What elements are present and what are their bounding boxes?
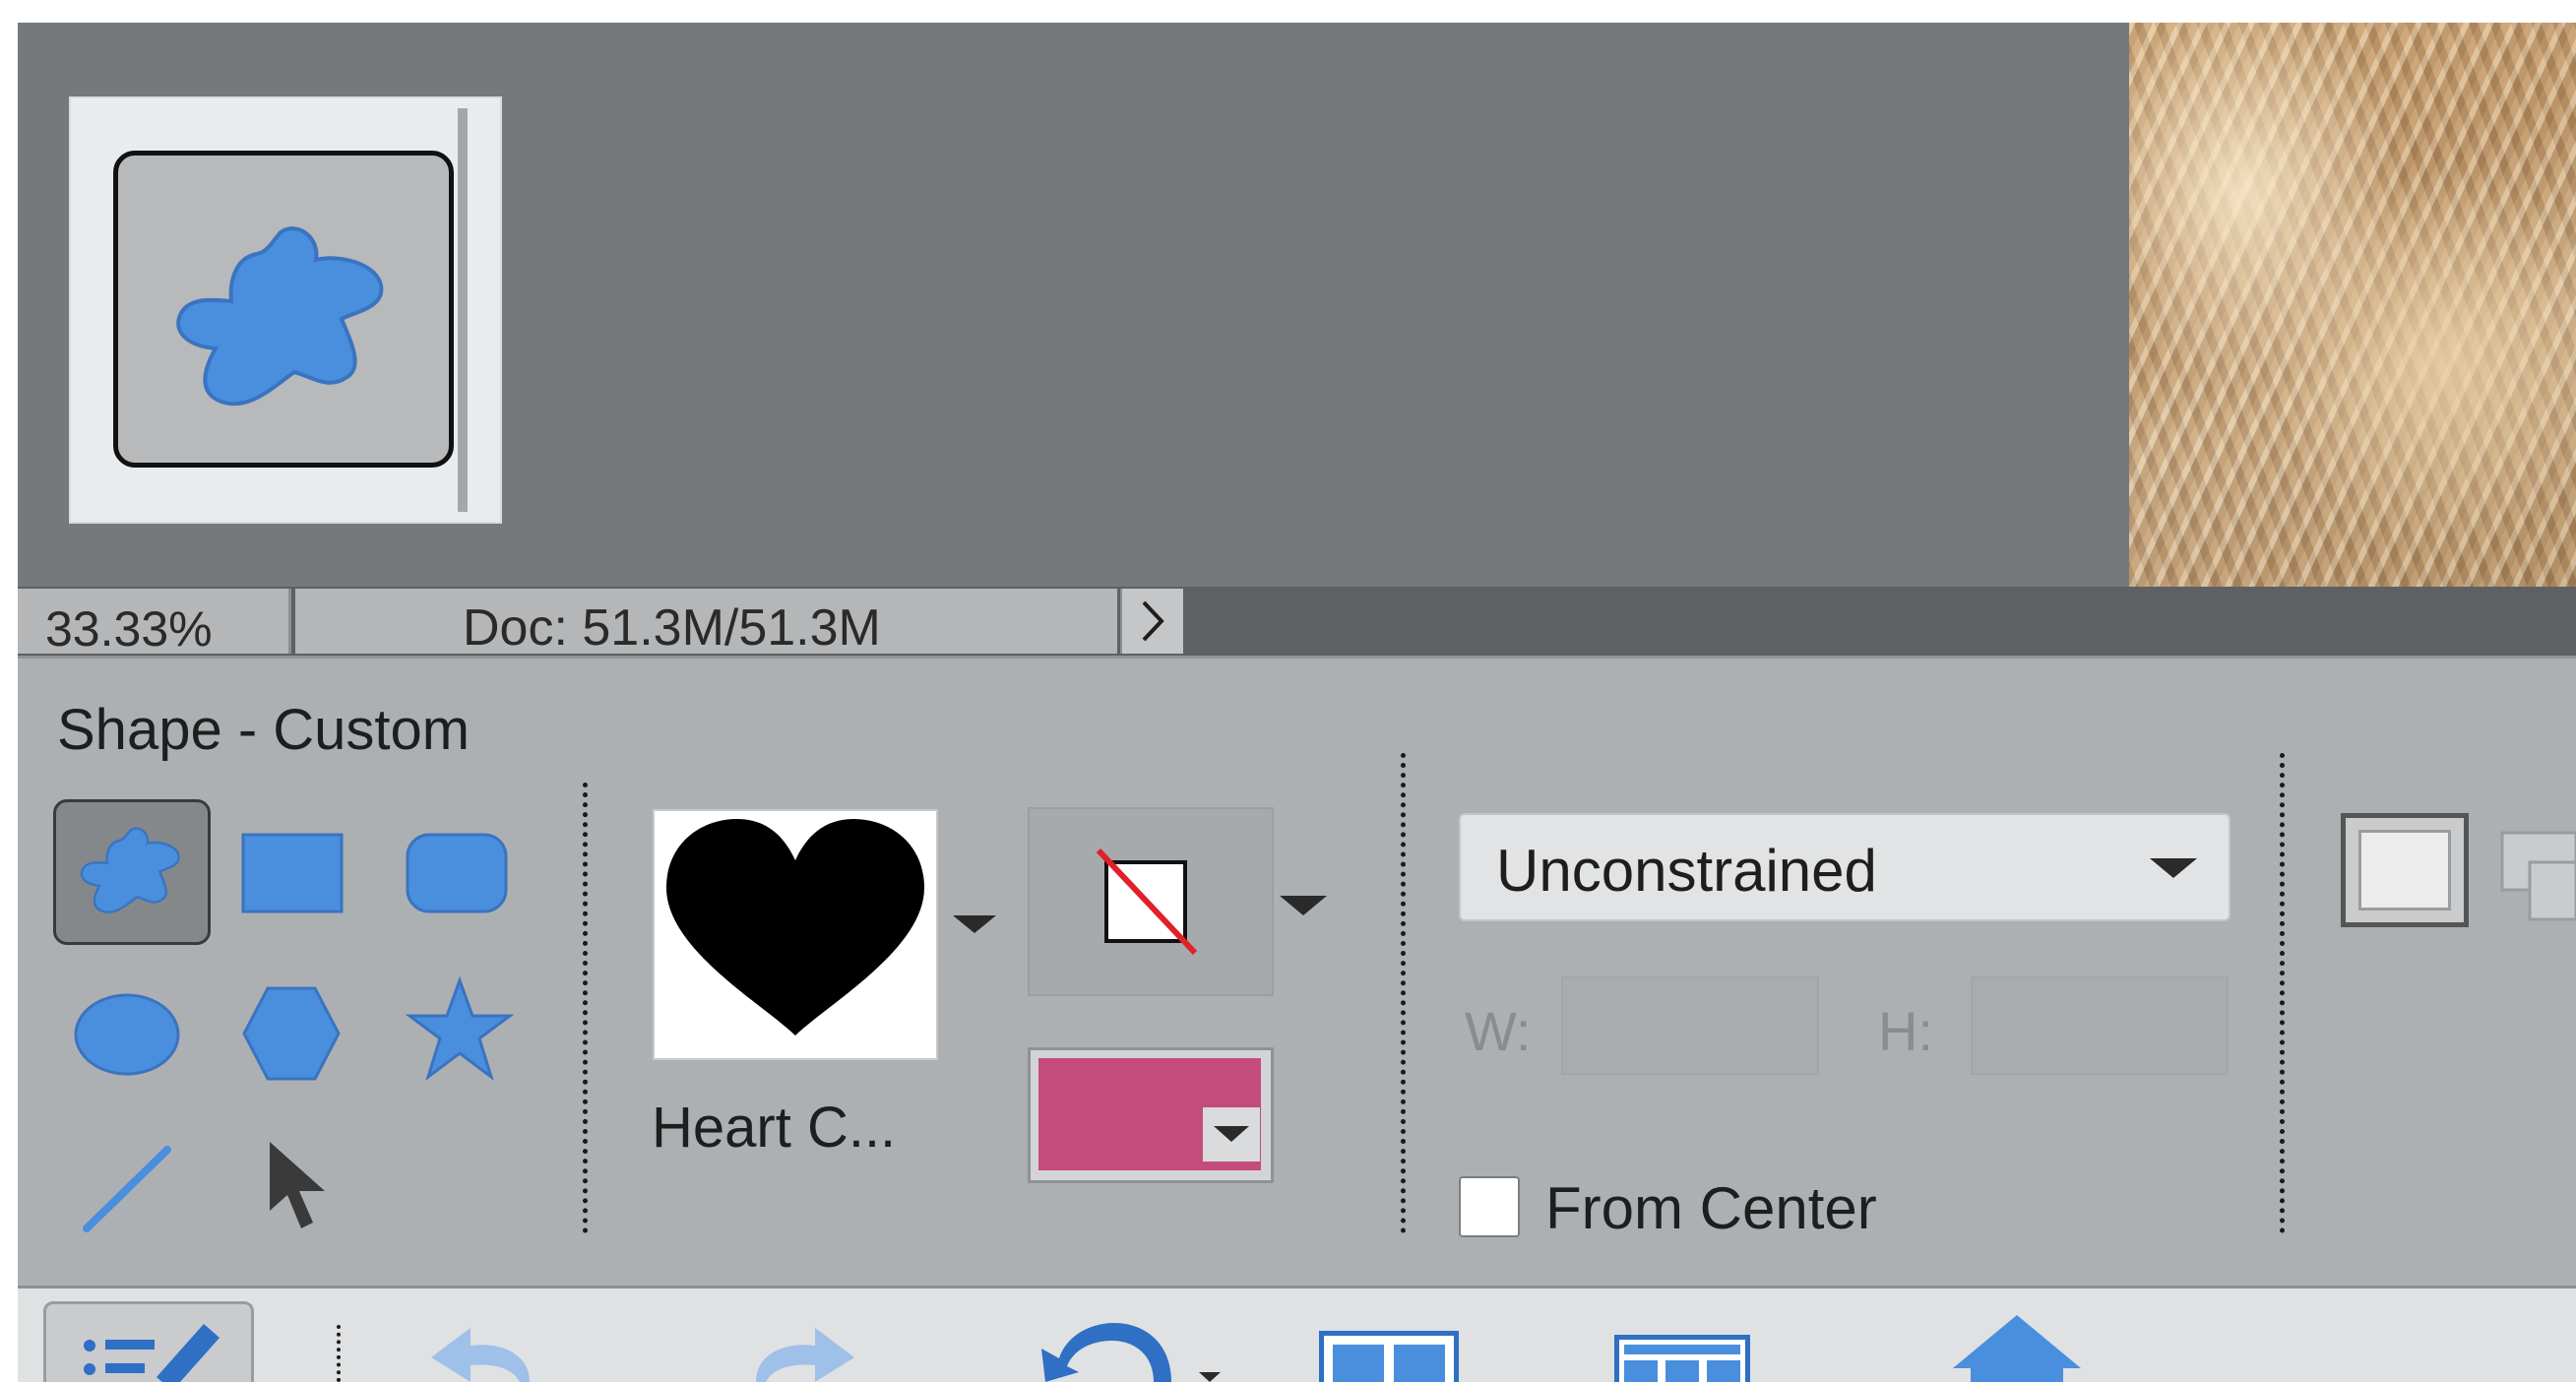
rounded-rectangle-icon[interactable] (406, 833, 508, 913)
document-image[interactable] (2129, 23, 2576, 587)
constraint-value: Unconstrained (1496, 838, 1877, 904)
status-expand-button[interactable] (1120, 589, 1183, 654)
document-info: Doc: 51.3M/51.3M (295, 589, 1117, 657)
rectangle-icon[interactable] (241, 833, 344, 913)
heart-icon (666, 819, 924, 1036)
zoom-level-text: 33.33% (45, 601, 213, 657)
shape-preview-edge (458, 108, 468, 512)
shape-picker-dropdown-arrow[interactable] (953, 915, 996, 933)
custom-shape-large-icon (176, 226, 384, 407)
height-field[interactable] (1971, 976, 2229, 1075)
layout-icon[interactable] (1319, 1331, 1459, 1382)
width-field[interactable] (1561, 976, 1819, 1075)
tool-options-icon (84, 1324, 220, 1382)
options-divider (1401, 753, 1406, 1233)
new-shape-layer-button[interactable] (2341, 813, 2469, 927)
from-center-checkbox[interactable] (1459, 1176, 1520, 1237)
tool-options-title: Shape - Custom (57, 698, 471, 762)
redo-icon[interactable] (736, 1324, 864, 1382)
custom-shape-picker[interactable] (653, 809, 938, 1060)
star-icon[interactable] (406, 976, 514, 1083)
rotate-icon[interactable] (1024, 1311, 1221, 1382)
tool-options-toggle-button[interactable] (43, 1301, 254, 1382)
chevron-right-icon (1142, 600, 1164, 642)
height-label: H: (1878, 1000, 1933, 1062)
color-dropdown-arrow[interactable] (1203, 1107, 1260, 1162)
chevron-down-icon (2150, 858, 2197, 878)
ellipse-icon[interactable] (73, 992, 181, 1077)
options-divider (2280, 753, 2285, 1233)
custom-shape-icon (80, 827, 180, 913)
custom-shape-name: Heart C... (652, 1096, 897, 1160)
undo-icon[interactable] (421, 1324, 549, 1382)
taskbar-divider (337, 1325, 341, 1382)
line-icon[interactable] (79, 1142, 177, 1234)
add-to-shape-icon[interactable] (2500, 827, 2576, 925)
editor-window: { "status_bar": { "zoom": "33.33%", "doc… (0, 0, 2576, 1382)
from-center-label[interactable]: From Center (1545, 1174, 1877, 1242)
arrow-pointer-icon[interactable] (264, 1138, 335, 1234)
width-label: W: (1465, 1000, 1532, 1062)
organizer-icon[interactable] (1614, 1335, 1750, 1382)
geometry-constraint-select[interactable]: Unconstrained (1459, 813, 2230, 921)
style-picker-dropdown-arrow[interactable] (1280, 896, 1327, 915)
zoom-level-field[interactable]: 33.33% (18, 589, 291, 657)
task-bar (18, 1286, 2576, 1382)
document-size-text: Doc: 51.3M/51.3M (463, 599, 881, 657)
style-picker[interactable] (1028, 807, 1274, 996)
home-screen-icon[interactable] (1951, 1313, 2083, 1382)
no-style-icon (1096, 848, 1198, 956)
options-divider (583, 783, 588, 1233)
polygon-icon[interactable] (240, 984, 343, 1083)
